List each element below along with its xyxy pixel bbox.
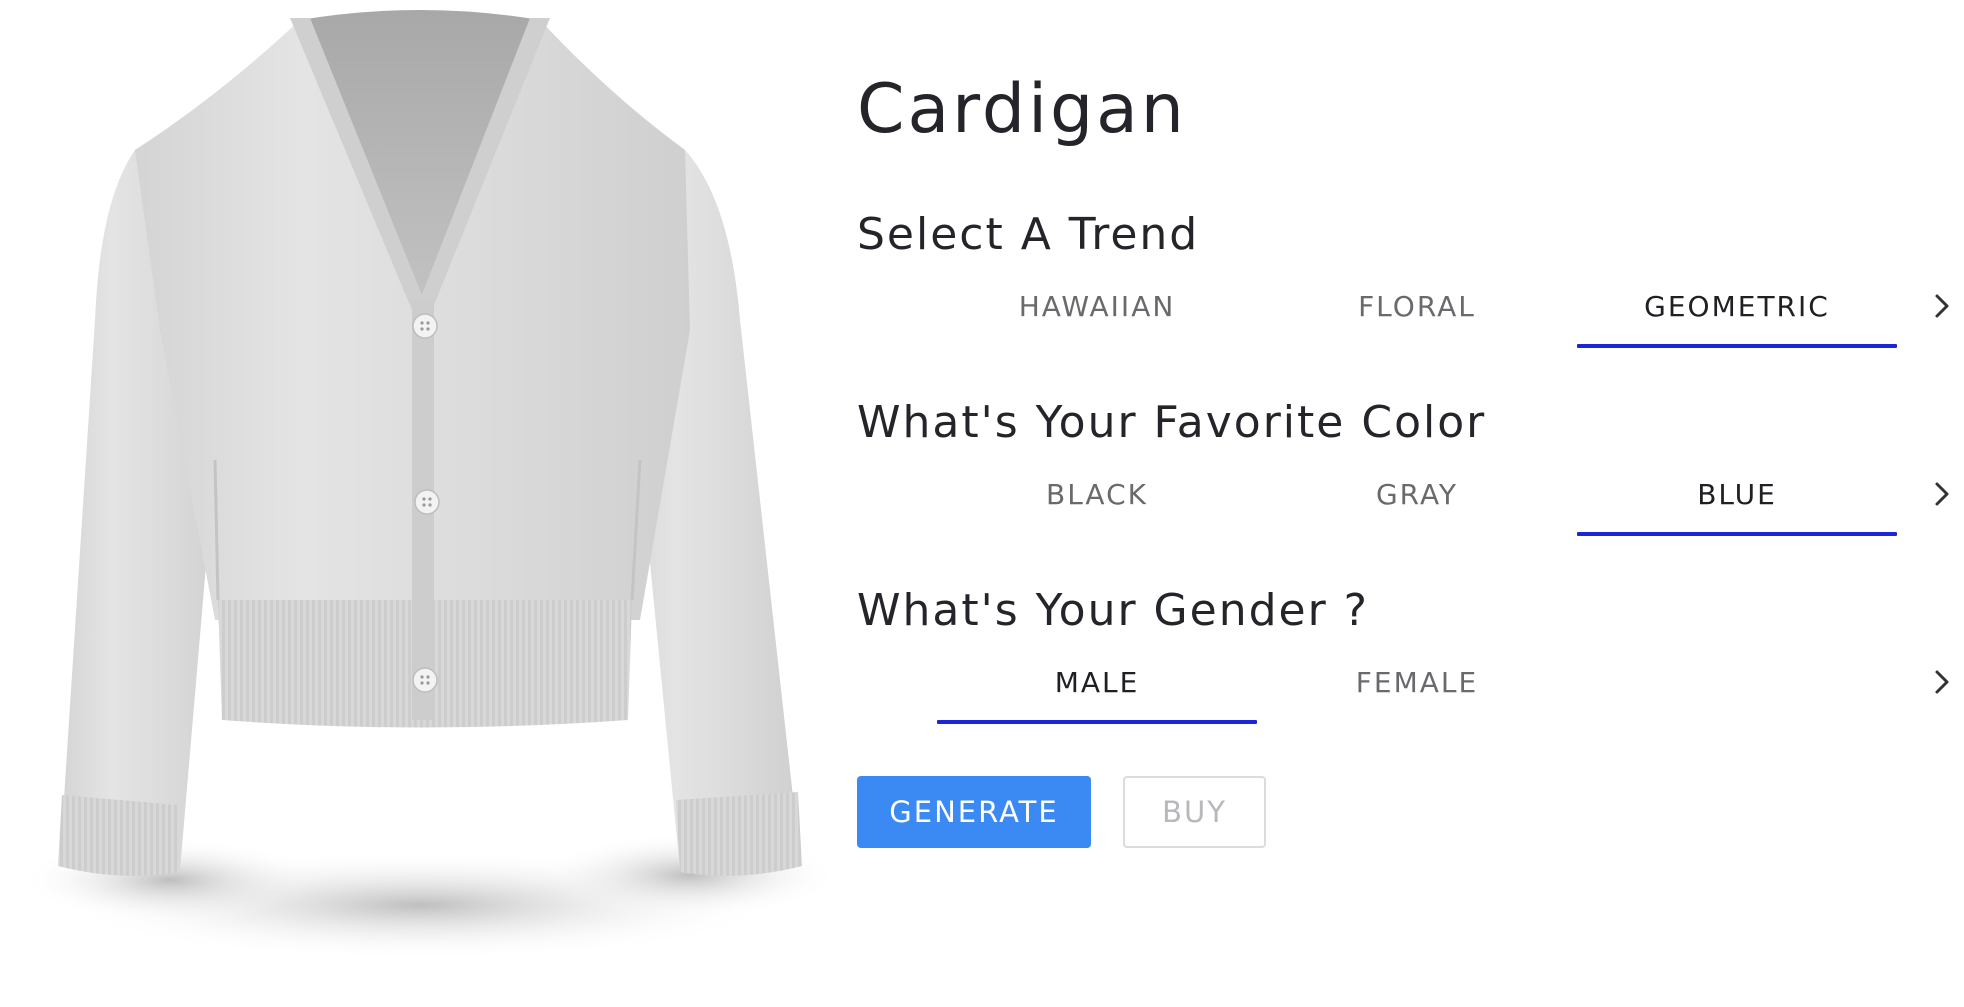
color-heading: What's Your Favorite Color bbox=[857, 397, 1487, 448]
cardigan-configurator-page: Cardigan Select A Trend HAWAIIAN FLORAL … bbox=[0, 0, 1964, 1007]
gender-heading: What's Your Gender ? bbox=[857, 585, 1370, 636]
tab-floral[interactable]: FLORAL bbox=[1257, 276, 1577, 336]
tab-male[interactable]: MALE bbox=[937, 652, 1257, 724]
tab-blue[interactable]: BLUE bbox=[1577, 464, 1897, 536]
product-image bbox=[0, 0, 830, 1007]
chevron-right-icon[interactable] bbox=[1924, 288, 1960, 324]
product-title: Cardigan bbox=[857, 70, 1187, 149]
tab-hawaiian[interactable]: HAWAIIAN bbox=[937, 276, 1257, 336]
buy-button[interactable]: BUY bbox=[1123, 776, 1266, 848]
chevron-right-icon[interactable] bbox=[1924, 664, 1960, 700]
trend-tabs: HAWAIIAN FLORAL GEOMETRIC bbox=[937, 276, 1964, 348]
tab-black[interactable]: BLACK bbox=[937, 464, 1257, 524]
color-tabs: BLACK GRAY BLUE bbox=[937, 464, 1964, 536]
generate-button[interactable]: GENERATE bbox=[857, 776, 1091, 848]
tab-female[interactable]: FEMALE bbox=[1257, 652, 1577, 712]
gender-tabs: MALE FEMALE bbox=[937, 652, 1964, 724]
configurator-panel: Cardigan Select A Trend HAWAIIAN FLORAL … bbox=[857, 0, 1964, 1007]
trend-heading: Select A Trend bbox=[857, 209, 1200, 260]
cardigan-image bbox=[20, 10, 830, 960]
chevron-right-icon[interactable] bbox=[1924, 476, 1960, 512]
tab-gray[interactable]: GRAY bbox=[1257, 464, 1577, 524]
tab-geometric[interactable]: GEOMETRIC bbox=[1577, 276, 1897, 348]
